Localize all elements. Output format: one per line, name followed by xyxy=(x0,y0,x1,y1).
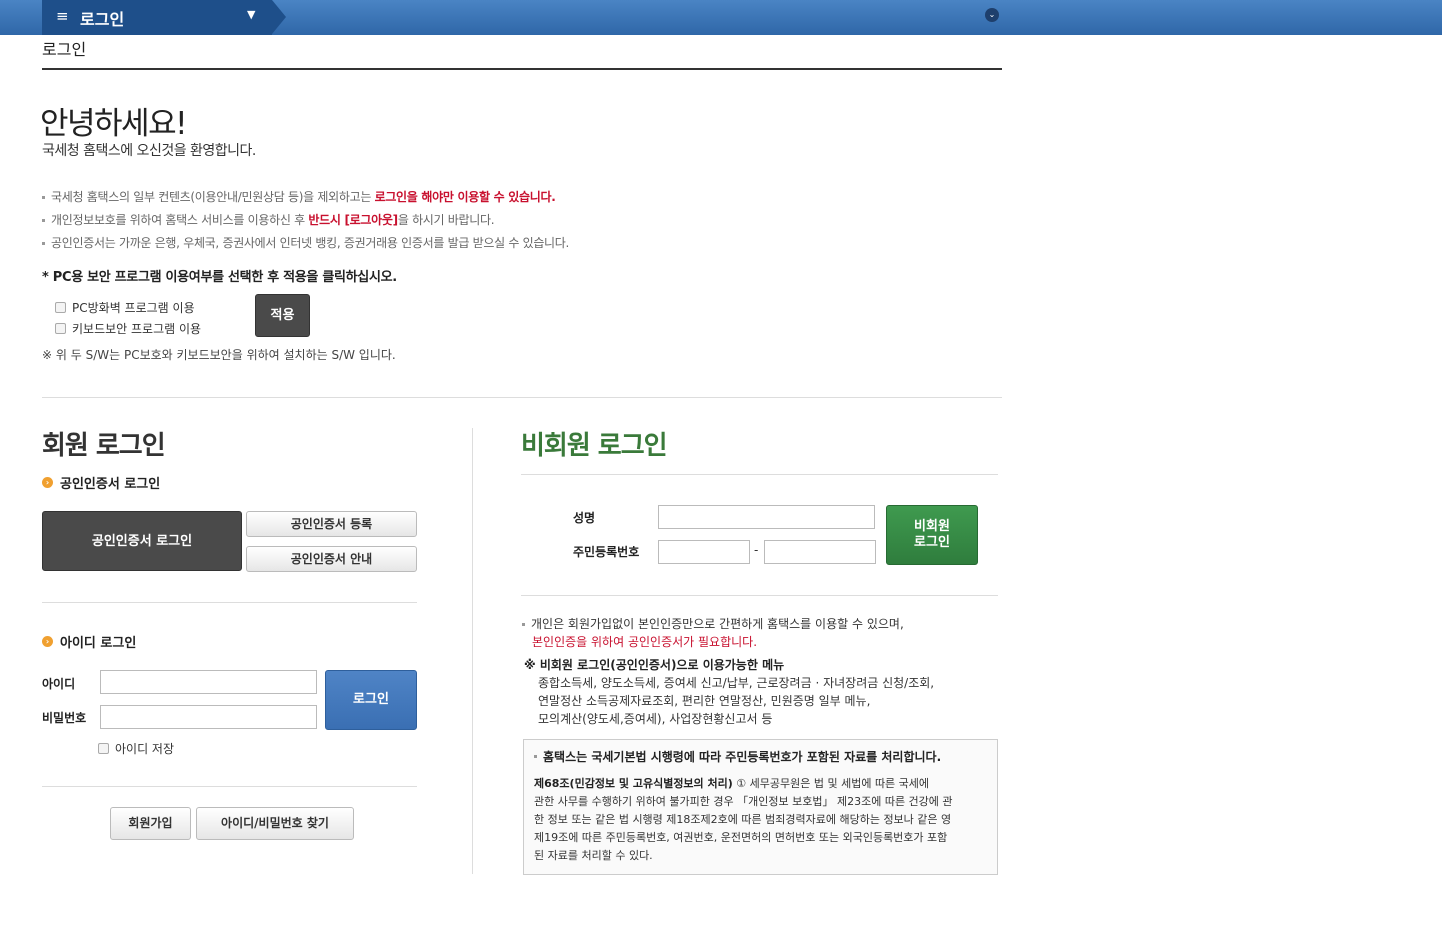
firewall-option[interactable]: PC방화벽 프로그램 이용 xyxy=(55,299,195,316)
title-divider xyxy=(42,68,1002,70)
divider xyxy=(521,474,998,475)
menu-dropdown[interactable]: ≡ 로그인 ▼ xyxy=(42,0,286,35)
login-button[interactable]: 로그인 xyxy=(325,670,417,730)
name-label: 성명 xyxy=(573,511,596,525)
cert-login-button[interactable]: 공인인증서 로그인 xyxy=(42,511,242,571)
welcome-text: 국세청 홈택스에 오신것을 환영합니다. xyxy=(42,143,256,159)
nonmember-login-button[interactable]: 비회원 로그인 xyxy=(886,505,978,565)
save-id-option[interactable]: 아이디 저장 xyxy=(98,740,174,757)
hamburger-icon[interactable]: ≡ xyxy=(56,7,69,25)
keyboard-security-option[interactable]: 키보드보안 프로그램 이용 xyxy=(55,320,201,337)
notice-item: 공인인증서는 가까운 은행, 우체국, 증권사에서 인터넷 뱅킹, 증권거래용 … xyxy=(42,232,569,255)
caret-down-icon[interactable]: ▼ xyxy=(247,8,255,21)
cert-login-heading: › 공인인증서 로그인 xyxy=(42,473,160,492)
nonmember-note: 개인은 회원가입없이 본인인증만으로 간편하게 홈택스를 이용할 수 있으며, … xyxy=(522,615,904,651)
cert-guide-button[interactable]: 공인인증서 안내 xyxy=(246,546,417,572)
save-id-checkbox[interactable] xyxy=(98,743,109,754)
nonmember-login-title: 비회원 로그인 xyxy=(521,431,668,461)
keyboard-security-checkbox[interactable] xyxy=(55,323,66,334)
divider xyxy=(521,595,998,596)
notice-item: 개인정보보호를 위하여 홈택스 서비스를 이용하신 후 반드시 [로그아웃]을 … xyxy=(42,209,569,232)
column-divider xyxy=(472,428,473,874)
cert-register-button[interactable]: 공인인증서 등록 xyxy=(246,511,417,537)
section-divider xyxy=(42,397,1002,398)
legal-info-box: 홈택스는 국세기본법 시행령에 따라 주민등록번호가 포함된 자료를 처리합니다… xyxy=(523,739,998,875)
id-login-heading: › 아이디 로그인 xyxy=(42,632,136,651)
legal-info-heading: 홈택스는 국세기본법 시행령에 따라 주민등록번호가 포함된 자료를 처리합니다… xyxy=(534,748,987,765)
notice-list: 국세청 홈택스의 일부 컨텐츠(이용안내/민원상담 등)을 제외하고는 로그인을… xyxy=(42,186,569,255)
rrn-label: 주민등록번호 xyxy=(573,545,640,559)
signup-button[interactable]: 회원가입 xyxy=(110,807,191,840)
page-title: 로그인 xyxy=(42,40,87,59)
arrow-circle-icon: › xyxy=(42,636,53,647)
rrn-dash: - xyxy=(754,543,759,557)
rrn-front-input[interactable] xyxy=(658,540,750,564)
security-note: ※ 위 두 S/W는 PC보호와 키보드보안을 위하여 설치하는 S/W 입니다… xyxy=(42,348,396,362)
firewall-checkbox[interactable] xyxy=(55,302,66,313)
name-input[interactable] xyxy=(658,505,875,529)
rrn-back-input[interactable] xyxy=(764,540,876,564)
password-label: 비밀번호 xyxy=(42,711,87,725)
apply-button[interactable]: 적용 xyxy=(255,294,310,337)
chevron-down-icon[interactable]: ⌄ xyxy=(985,8,999,22)
legal-info-body: 제68조(민감정보 및 고유식별정보의 처리) ① 세무공무원은 법 및 세법에… xyxy=(534,777,953,862)
id-label: 아이디 xyxy=(42,677,76,691)
arrow-circle-icon: › xyxy=(42,477,53,488)
security-heading: * PC용 보안 프로그램 이용여부를 선택한 후 적용을 클릭하십시오. xyxy=(42,270,397,285)
id-input[interactable] xyxy=(100,670,317,694)
divider xyxy=(42,786,417,787)
password-input[interactable] xyxy=(100,705,317,729)
divider xyxy=(42,602,417,603)
menu-title[interactable]: 로그인 xyxy=(80,6,124,30)
notice-item: 국세청 홈택스의 일부 컨텐츠(이용안내/민원상담 등)을 제외하고는 로그인을… xyxy=(42,186,569,209)
available-menu-heading: ※ 비회원 로그인(공인인증서)으로 이용가능한 메뉴 xyxy=(524,658,785,672)
find-account-button[interactable]: 아이디/비밀번호 찾기 xyxy=(196,807,354,840)
top-navigation-bar: ≡ 로그인 ▼ ⌄ xyxy=(0,0,1442,35)
member-login-title: 회원 로그인 xyxy=(42,431,166,461)
available-menu-list: 종합소득세, 양도소득세, 증여세 신고/납부, 근로장려금 · 자녀장려금 신… xyxy=(538,676,935,726)
greeting-heading: 안녕하세요! xyxy=(40,106,188,142)
